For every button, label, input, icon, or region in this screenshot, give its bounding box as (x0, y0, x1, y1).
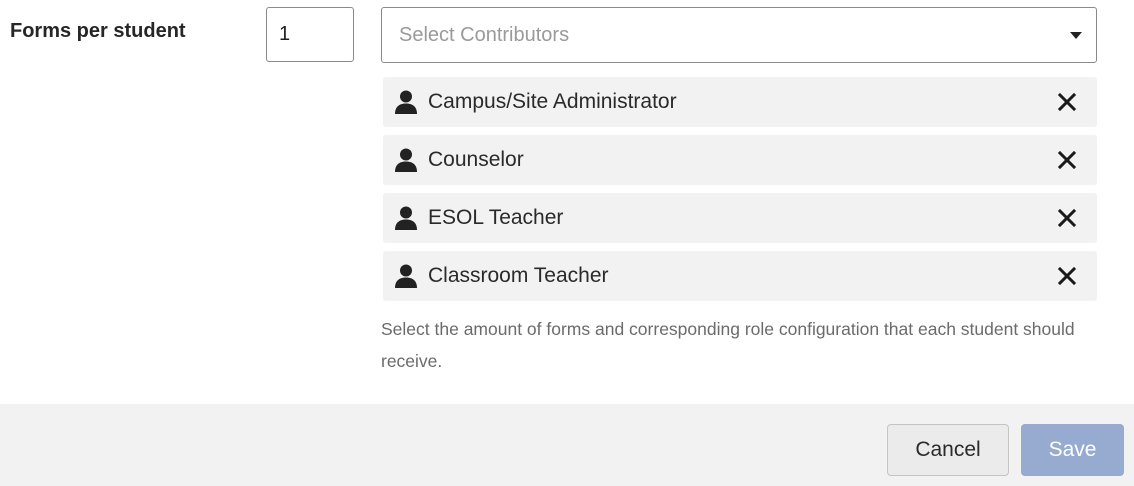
helper-text: Select the amount of forms and correspon… (381, 319, 1075, 371)
contributor-chip-label: Campus/Site Administrator (428, 90, 677, 113)
person-icon (395, 148, 417, 172)
selected-contributors-list: Campus/Site Administrator Counselor ESOL… (383, 77, 1097, 309)
person-icon (395, 90, 417, 114)
contributor-chip-label: Counselor (428, 148, 524, 171)
form-footer: Cancel Save (0, 404, 1134, 486)
contributors-select-placeholder: Select Contributors (399, 23, 570, 46)
contributor-chip-label: ESOL Teacher (428, 206, 564, 229)
save-button[interactable]: Save (1021, 424, 1124, 476)
contributor-chip-label: Classroom Teacher (428, 264, 609, 287)
remove-icon[interactable] (1057, 208, 1077, 228)
contributors-select[interactable]: Select Contributors (381, 7, 1097, 63)
caret-down-icon (1070, 31, 1082, 39)
cancel-button[interactable]: Cancel (887, 424, 1009, 476)
person-icon (395, 206, 417, 230)
contributor-chip: ESOL Teacher (383, 193, 1097, 243)
contributor-chip: Campus/Site Administrator (383, 77, 1097, 127)
forms-count-input[interactable] (266, 7, 354, 62)
remove-icon[interactable] (1057, 266, 1077, 286)
contributor-chip: Classroom Teacher (383, 251, 1097, 301)
remove-icon[interactable] (1057, 150, 1077, 170)
contributor-chip: Counselor (383, 135, 1097, 185)
forms-per-student-label: Forms per student (10, 20, 186, 42)
remove-icon[interactable] (1057, 92, 1077, 112)
person-icon (395, 264, 417, 288)
form-row: Forms per student Select Contributors Ca… (0, 0, 1134, 404)
